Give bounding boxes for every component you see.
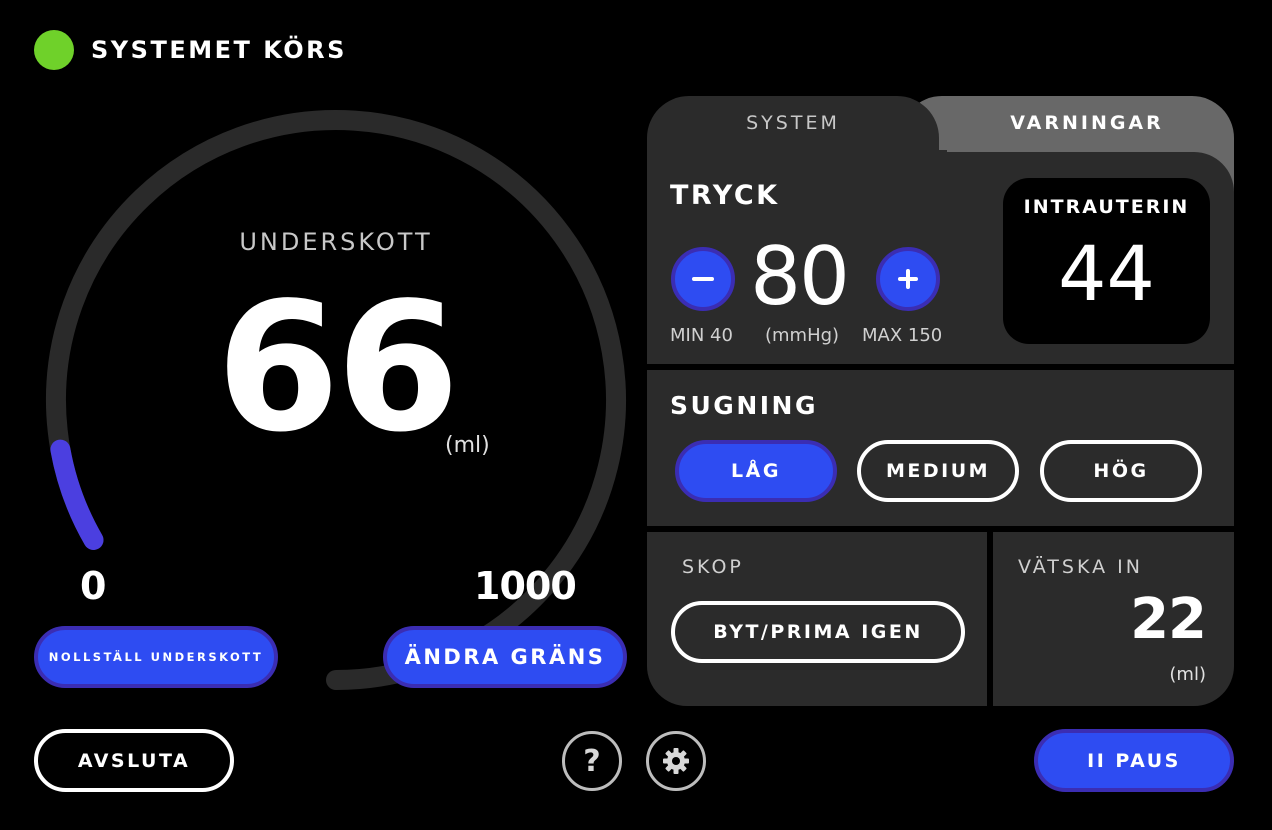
intrauterine-value: 44: [1058, 229, 1155, 318]
gauge-fill: [50, 439, 104, 550]
suction-medium-button[interactable]: MEDIUM: [857, 440, 1019, 502]
gear-icon: [663, 748, 689, 774]
app-root: SYSTEMET KÖRS UNDERSKOTT 66 (ml) 0 1000 …: [0, 0, 1272, 830]
pressure-max-label: MAX 150: [862, 325, 943, 346]
scope-title: SKOP: [682, 556, 744, 578]
pause-button[interactable]: II PAUS: [1034, 729, 1234, 792]
pressure-title: TRYCK: [670, 180, 780, 211]
pressure-unit-label: (mmHg): [765, 325, 840, 346]
reprime-button[interactable]: BYT/PRIMA IGEN: [671, 601, 965, 663]
help-icon: ?: [583, 743, 601, 779]
deficit-unit: (ml): [445, 433, 490, 458]
fluid-in-value: 22: [1130, 587, 1207, 652]
tab-system-label[interactable]: SYSTEM: [647, 112, 939, 134]
help-button[interactable]: ?: [562, 731, 622, 791]
intrauterine-label: INTRAUTERIN: [1023, 196, 1190, 218]
pressure-min-label: MIN 40: [670, 325, 733, 346]
gauge-min-label: 0: [80, 564, 107, 608]
deficit-gauge: UNDERSKOTT 66 (ml) 0 1000: [0, 0, 640, 830]
fluid-in-unit: (ml): [1169, 664, 1206, 685]
decrease-pressure-button[interactable]: [671, 247, 735, 311]
increase-pressure-button[interactable]: [876, 247, 940, 311]
settings-button[interactable]: [646, 731, 706, 791]
suction-title: SUGNING: [670, 391, 818, 420]
change-limit-button[interactable]: ÄNDRA GRÄNS: [383, 626, 627, 688]
reset-deficit-button[interactable]: NOLLSTÄLL UNDERSKOTT: [34, 626, 278, 688]
gauge-label: UNDERSKOTT: [239, 228, 433, 256]
exit-button[interactable]: AVSLUTA: [34, 729, 234, 792]
suction-high-button[interactable]: HÖG: [1040, 440, 1202, 502]
tab-warnings-label[interactable]: VARNINGAR: [940, 112, 1234, 134]
plus-icon: [898, 269, 918, 289]
minus-icon: [692, 277, 714, 281]
gauge-max-label: 1000: [474, 564, 577, 608]
fluid-in-title: VÄTSKA IN: [1018, 556, 1143, 578]
pressure-value: 80: [750, 230, 850, 323]
suction-low-button[interactable]: LÅG: [675, 440, 837, 502]
